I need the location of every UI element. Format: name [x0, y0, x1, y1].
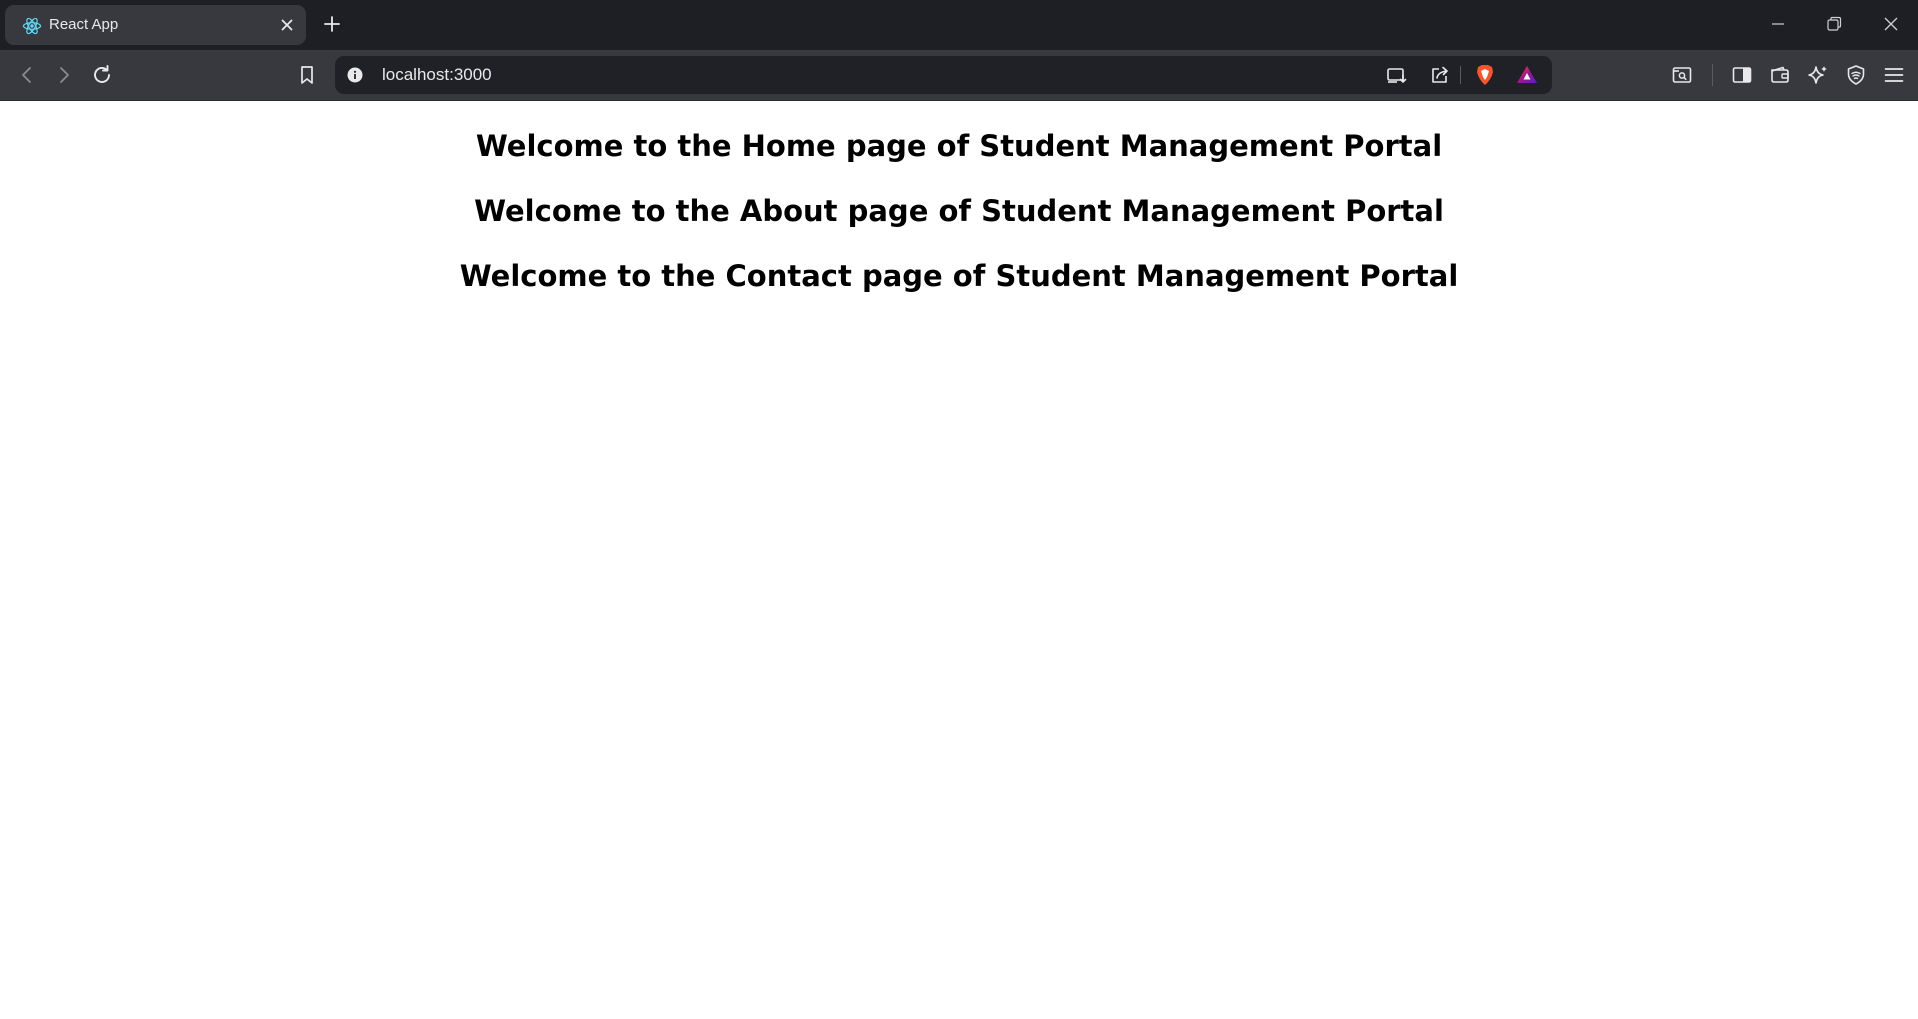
restore-window-icon[interactable] — [1824, 14, 1844, 34]
close-tab-icon[interactable] — [279, 17, 295, 33]
url-text[interactable]: localhost:3000 — [382, 65, 492, 85]
browser-tabstrip: React App — [0, 0, 1918, 50]
tab-title: React App — [49, 16, 119, 33]
new-tab-plus-icon[interactable] — [322, 14, 342, 34]
back-arrow-icon[interactable] — [15, 63, 39, 87]
site-info-icon[interactable] — [347, 67, 363, 83]
brave-rewards-icon[interactable] — [1515, 63, 1539, 87]
bookmark-icon[interactable] — [295, 63, 319, 87]
react-logo-icon — [22, 16, 42, 36]
address-bar-divider — [1460, 66, 1461, 84]
contact-heading: Welcome to the Contact page of Student M… — [459, 259, 1459, 293]
reload-icon[interactable] — [90, 63, 114, 87]
toolbar-divider — [1712, 64, 1713, 86]
minimize-window-icon[interactable] — [1768, 14, 1788, 34]
share-icon[interactable] — [1428, 63, 1452, 87]
close-window-icon[interactable] — [1881, 14, 1901, 34]
vpn-shield-icon[interactable] — [1844, 63, 1868, 87]
address-bar[interactable]: localhost:3000 — [335, 56, 1552, 94]
wallet-icon[interactable] — [1768, 63, 1792, 87]
leo-ai-icon[interactable] — [1806, 63, 1830, 87]
tab-search-icon[interactable] — [1670, 63, 1694, 87]
forward-arrow-icon[interactable] — [52, 63, 76, 87]
menu-hamburger-icon[interactable] — [1882, 63, 1906, 87]
page-content: Welcome to the Home page of Student Mana… — [0, 102, 1918, 1019]
about-heading: Welcome to the About page of Student Man… — [474, 194, 1444, 228]
browser-tab[interactable]: React App — [5, 5, 306, 45]
browser-toolbar: localhost:3000 — [0, 50, 1918, 101]
brave-shields-icon[interactable] — [1473, 63, 1497, 87]
install-app-icon[interactable] — [1385, 63, 1409, 87]
sidebar-icon[interactable] — [1730, 63, 1754, 87]
home-heading: Welcome to the Home page of Student Mana… — [475, 129, 1443, 163]
